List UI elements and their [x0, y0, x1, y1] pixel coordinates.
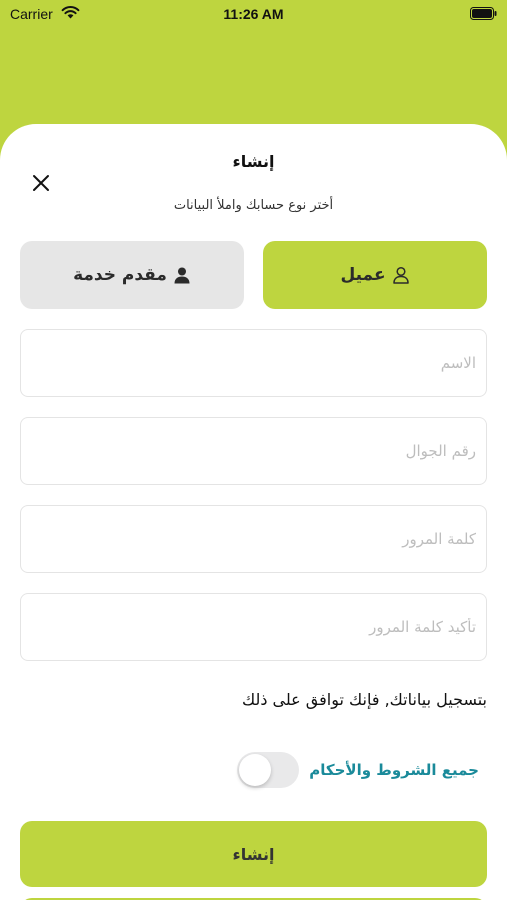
create-button-label: إنشاء — [232, 844, 275, 864]
close-icon — [33, 175, 49, 191]
terms-link[interactable]: جميع الشروط والأحكام — [309, 761, 479, 779]
user-filled-icon — [174, 267, 190, 284]
create-button[interactable]: إنشاء — [20, 821, 487, 887]
confirm-password-input[interactable] — [21, 594, 486, 660]
page-title: إنشاء — [232, 152, 275, 171]
battery-icon — [470, 7, 497, 20]
account-type-provider-button[interactable]: مقدم خدمة — [20, 241, 244, 309]
create-account-sheet: إنشاء أختر نوع حسابك واملأ البيانات عميل… — [0, 124, 507, 900]
page-subtitle: أختر نوع حسابك واملأ البيانات — [173, 198, 334, 213]
name-field — [20, 329, 487, 397]
user-outline-icon — [392, 266, 409, 284]
name-input[interactable] — [21, 330, 486, 396]
password-field — [20, 505, 487, 573]
terms-row: جميع الشروط والأحكام — [237, 752, 479, 788]
toggle-knob — [239, 754, 272, 786]
phone-field — [20, 417, 487, 485]
confirm-password-field — [20, 593, 487, 661]
close-button[interactable] — [26, 168, 56, 198]
account-type-client-button[interactable]: عميل — [263, 241, 487, 309]
account-type-provider-label: مقدم خدمة — [73, 265, 167, 285]
account-type-client-label: عميل — [340, 265, 386, 285]
phone-input[interactable] — [21, 418, 486, 484]
terms-toggle[interactable] — [237, 752, 300, 788]
screen: Carrier 11:26 AM إنشاء أختر نوع حسابك وا… — [0, 0, 507, 900]
agreement-text: بتسجيل بياناتك, فإنك توافق على ذلك — [241, 690, 487, 709]
clock: 11:26 AM — [223, 6, 284, 22]
password-input[interactable] — [21, 506, 486, 572]
status-bar: Carrier 11:26 AM — [0, 0, 507, 30]
